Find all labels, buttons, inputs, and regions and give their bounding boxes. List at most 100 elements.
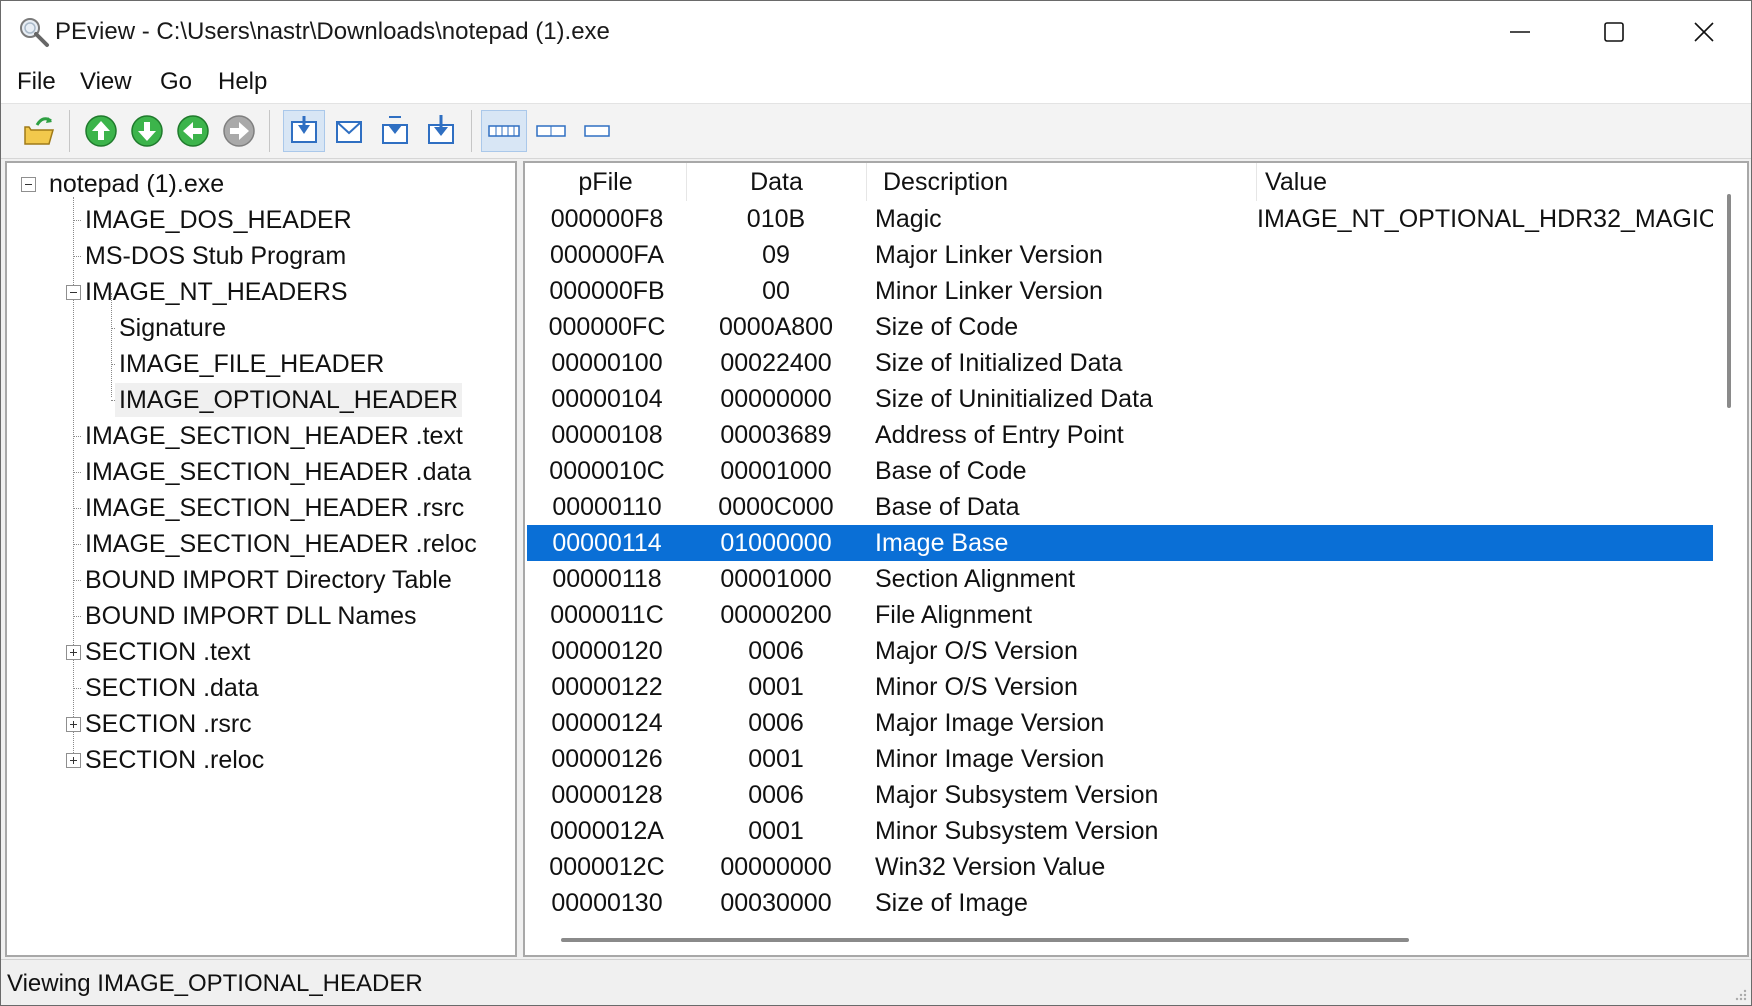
cell-description: Size of Uninitialized Data: [875, 385, 1153, 413]
tree-node[interactable]: IMAGE_SECTION_HEADER .data: [85, 455, 471, 489]
menu-view[interactable]: View: [80, 68, 132, 96]
envelope-icon: [336, 121, 362, 143]
collapse-minus-icon[interactable]: [66, 285, 81, 300]
table-row[interactable]: 00000108 00003689 Address of Entry Point: [527, 417, 1713, 453]
tree-node[interactable]: BOUND IMPORT Directory Table: [85, 563, 452, 597]
view-columns-1-button[interactable]: [579, 113, 615, 149]
view-hex-words-button[interactable]: [331, 113, 367, 149]
go-up-button[interactable]: [83, 113, 119, 149]
cell-value: [1257, 273, 1713, 309]
minimize-button[interactable]: [1473, 1, 1567, 63]
column-header-value[interactable]: Value: [1257, 163, 1737, 201]
table-row[interactable]: 0000011C 00000200 File Alignment: [527, 597, 1713, 633]
cell-value: [1257, 381, 1713, 417]
save-to-icon: [291, 116, 317, 143]
tree-node[interactable]: IMAGE_DOS_HEADER: [85, 203, 352, 237]
view-details-button[interactable]: [423, 113, 459, 149]
table-row[interactable]: 00000120 0006 Major O/S Version: [527, 633, 1713, 669]
tree-node[interactable]: IMAGE_FILE_HEADER: [119, 347, 384, 381]
table-row[interactable]: 00000104 00000000 Size of Uninitialized Da…: [527, 381, 1713, 417]
resize-grip-icon[interactable]: [1733, 987, 1747, 1001]
table-row[interactable]: 000000FB 00 Minor Linker Version: [527, 273, 1713, 309]
vertical-scrollbar-thumb[interactable]: [1727, 194, 1731, 408]
menu-go[interactable]: Go: [160, 68, 192, 96]
table-row[interactable]: 00000130 00030000 Size of Image: [527, 885, 1713, 921]
tree-node[interactable]: IMAGE_NT_HEADERS: [85, 275, 348, 309]
expand-plus-icon[interactable]: [66, 717, 81, 732]
list-header: pFile Data Description Value: [525, 163, 1747, 201]
structure-tree[interactable]: notepad (1).exe IMAGE_DOS_HEADER MS-DOS St…: [5, 161, 517, 957]
tree-connector: [73, 508, 81, 509]
go-back-button[interactable]: [175, 113, 211, 149]
tree-node[interactable]: IMAGE_OPTIONAL_HEADER: [115, 383, 462, 417]
table-row[interactable]: 00000110 0000C000 Base of Data: [527, 489, 1713, 525]
cell-value: [1257, 561, 1713, 597]
cell-data: 01000000: [720, 529, 832, 557]
tree-connector: [73, 616, 81, 617]
column-header-description[interactable]: Description: [867, 163, 1257, 201]
cell-data: 00030000: [720, 889, 832, 917]
tree-node[interactable]: MS-DOS Stub Program: [85, 239, 346, 273]
title-bar[interactable]: PEview - C:\Users\nastr\Downloads\notepa…: [1, 1, 1751, 63]
cell-value: IMAGE_NT_OPTIONAL_HDR32_MAGIC: [1257, 205, 1713, 233]
expand-plus-icon[interactable]: [66, 645, 81, 660]
collapse-minus-icon[interactable]: [21, 177, 36, 192]
cell-description: Minor Linker Version: [875, 277, 1103, 305]
cell-pfile: 0000012A: [549, 817, 664, 845]
cell-pfile: 00000110: [552, 493, 662, 521]
open-file-button[interactable]: [21, 113, 57, 149]
table-row[interactable]: 000000FA 09 Major Linker Version: [527, 237, 1713, 273]
cell-description: Size of Initialized Data: [875, 349, 1123, 377]
toolbar-separator: [269, 110, 270, 152]
tree-node[interactable]: IMAGE_SECTION_HEADER .reloc: [85, 527, 477, 561]
cell-pfile: 00000114: [552, 529, 662, 557]
tree-node[interactable]: Signature: [119, 311, 226, 345]
tree-node[interactable]: IMAGE_SECTION_HEADER .rsrc: [85, 491, 464, 525]
view-hex-bytes-button[interactable]: [283, 110, 325, 152]
cell-pfile: 0000010C: [549, 457, 665, 485]
tree-node[interactable]: SECTION .data: [85, 671, 259, 705]
tree-node[interactable]: SECTION .text: [85, 635, 250, 669]
maximize-button[interactable]: [1567, 1, 1661, 63]
table-row[interactable]: 00000122 0001 Minor O/S Version: [527, 669, 1713, 705]
tree-node[interactable]: SECTION .rsrc: [85, 707, 252, 741]
table-row[interactable]: 0000012A 0001 Minor Subsystem Version: [527, 813, 1713, 849]
cell-pfile: 00000128: [551, 781, 663, 809]
table-row[interactable]: 00000124 0006 Major Image Version: [527, 705, 1713, 741]
tree-node[interactable]: IMAGE_SECTION_HEADER .text: [85, 419, 463, 453]
table-row[interactable]: 000000F8 010B Magic IMAGE_NT_OPTIONAL_HDR32…: [527, 201, 1713, 237]
table-row[interactable]: 00000114 01000000 Image Base: [527, 525, 1713, 561]
menu-help[interactable]: Help: [218, 68, 267, 96]
close-button[interactable]: [1657, 1, 1751, 63]
table-row[interactable]: 0000012C 00000000 Win32 Version Value: [527, 849, 1713, 885]
details-list[interactable]: pFile Data Description Value 000000F8 010…: [523, 161, 1749, 957]
cell-description: Win32 Version Value: [875, 853, 1106, 881]
cell-pfile: 000000FA: [550, 241, 664, 269]
tree-node[interactable]: BOUND IMPORT DLL Names: [85, 599, 417, 633]
view-columns-2-button[interactable]: [533, 113, 569, 149]
go-down-button[interactable]: [129, 113, 165, 149]
cell-data: 0000A800: [718, 313, 833, 341]
table-row[interactable]: 00000128 0006 Major Subsystem Version: [527, 777, 1713, 813]
table-row[interactable]: 00000118 00001000 Section Alignment: [527, 561, 1713, 597]
table-row[interactable]: 00000126 0001 Minor Image Version: [527, 741, 1713, 777]
view-hex-dwords-button[interactable]: [377, 113, 413, 149]
tree-node[interactable]: notepad (1).exe: [49, 167, 224, 201]
tree-connector: [73, 580, 81, 581]
column-header-data[interactable]: Data: [687, 163, 867, 201]
menu-file[interactable]: File: [17, 68, 56, 96]
table-row[interactable]: 0000010C 00001000 Base of Code: [527, 453, 1713, 489]
expand-plus-icon[interactable]: [66, 753, 81, 768]
cell-description: Base of Code: [875, 457, 1027, 485]
column-header-pfile[interactable]: pFile: [525, 163, 687, 201]
table-row[interactable]: 00000100 00022400 Size of Initialized Data: [527, 345, 1713, 381]
view-columns-3-button[interactable]: [481, 110, 527, 152]
table-row[interactable]: 000000FC 0000A800 Size of Code: [527, 309, 1713, 345]
horizontal-scrollbar-thumb[interactable]: [561, 938, 1409, 942]
tree-node[interactable]: SECTION .reloc: [85, 743, 264, 777]
go-forward-button[interactable]: [221, 113, 257, 149]
cell-pfile: 00000124: [551, 709, 663, 737]
menu-bar: File View Go Help: [1, 63, 1751, 103]
download-icon: [428, 115, 454, 144]
cell-data: 00003689: [720, 421, 832, 449]
